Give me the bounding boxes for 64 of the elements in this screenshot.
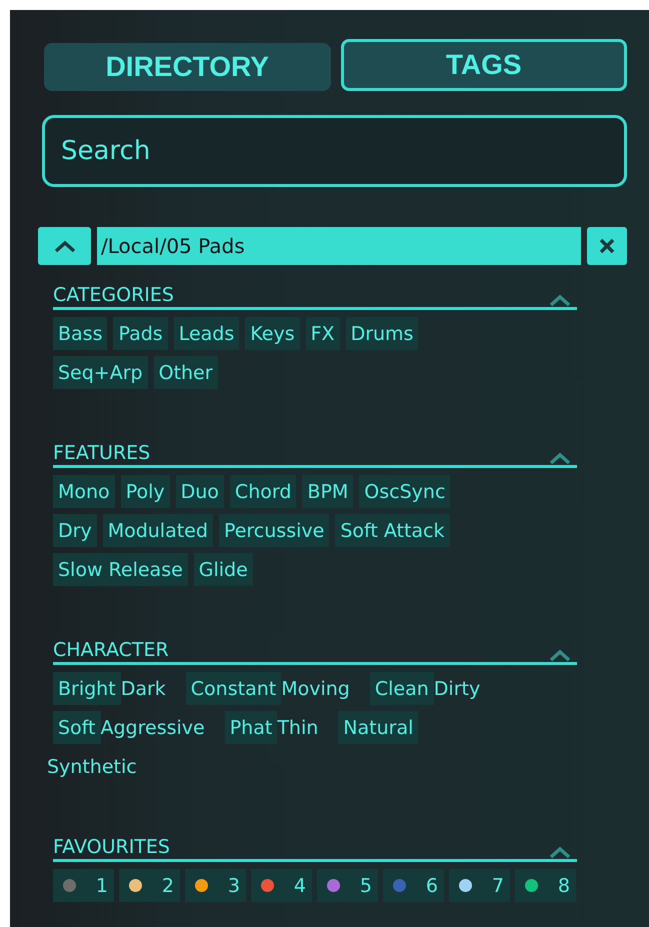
section-title: CHARACTER <box>53 638 169 662</box>
tag-chip[interactable]: BPM <box>302 475 354 508</box>
tag-chip[interactable]: Poly <box>120 475 170 508</box>
favourite-chip[interactable]: 8 <box>515 869 576 902</box>
tag-chip[interactable]: Slow Release <box>53 553 188 586</box>
tag-chip[interactable]: Duo <box>176 475 224 508</box>
favourite-chip[interactable]: 5 <box>317 869 378 902</box>
favourite-number: 5 <box>360 874 372 896</box>
tag-chip[interactable]: Clean <box>370 672 434 705</box>
tag-chip[interactable]: Chord <box>230 475 296 508</box>
close-icon <box>598 237 616 255</box>
favourite-number: 4 <box>294 874 306 896</box>
favourite-chip[interactable]: 2 <box>119 869 180 902</box>
tag-option[interactable]: Synthetic <box>47 750 151 783</box>
tag-chip[interactable]: Bass <box>53 317 108 350</box>
favourite-number: 3 <box>228 874 240 896</box>
tag-chip[interactable]: Glide <box>194 553 253 586</box>
section-title: FEATURES <box>53 441 150 465</box>
section-title: CATEGORIES <box>53 283 174 307</box>
favourite-number: 7 <box>492 874 504 896</box>
tag-chip[interactable]: Modulated <box>102 514 213 547</box>
tag-option[interactable]: Dirty <box>434 672 494 705</box>
tag-chip[interactable]: Bright <box>53 672 121 705</box>
up-button[interactable] <box>38 227 91 265</box>
tag-chip[interactable]: Soft Attack <box>335 514 450 547</box>
tab[interactable]: TAGS <box>340 39 627 91</box>
tag-chip[interactable]: Phat <box>224 711 278 744</box>
tag-chip[interactable]: Drums <box>346 317 418 350</box>
clear-button[interactable] <box>587 227 627 265</box>
tag-chip[interactable]: Mono <box>53 475 115 508</box>
tag-chip[interactable]: Keys <box>245 317 300 350</box>
favourite-number: 1 <box>96 874 108 896</box>
favourite-chip[interactable]: 6 <box>383 869 444 902</box>
tag-chip[interactable]: Constant <box>186 672 282 705</box>
favourite-chip[interactable]: 4 <box>251 869 312 902</box>
favourite-number: 8 <box>558 874 570 896</box>
tag-option[interactable]: Aggressive <box>100 711 219 744</box>
tag-option[interactable]: Dark <box>120 672 180 705</box>
tag-chip[interactable]: FX <box>306 317 340 350</box>
tag-chip[interactable]: Natural <box>338 711 418 744</box>
tag-option[interactable]: Thin <box>277 711 332 744</box>
chevron-up-icon <box>54 240 76 252</box>
path-field: /Local/05 Pads <box>97 227 581 265</box>
tag-option[interactable]: Moving <box>281 672 364 705</box>
tag-chip[interactable]: Percussive <box>218 514 330 547</box>
favourite-chip[interactable]: 1 <box>53 869 114 902</box>
tag-chip[interactable]: Seq+Arp <box>53 356 148 389</box>
chevron-up-icon <box>549 649 571 662</box>
tab[interactable]: DIRECTORY <box>44 43 330 91</box>
tag-chip[interactable]: OscSync <box>359 475 450 508</box>
tag-chip[interactable]: Soft <box>53 711 100 744</box>
chevron-up-icon <box>549 846 571 859</box>
tag-chip[interactable]: Other <box>154 356 218 389</box>
tag-chip[interactable]: Dry <box>53 514 97 547</box>
chevron-up-icon <box>549 452 571 465</box>
favourite-chip[interactable]: 3 <box>185 869 246 902</box>
tag-chip[interactable]: Pads <box>113 317 168 350</box>
favourite-number: 2 <box>162 874 174 896</box>
favourite-number: 6 <box>426 874 438 896</box>
search-field[interactable]: Search <box>42 115 627 187</box>
tag-chip[interactable]: Leads <box>174 317 240 350</box>
chevron-up-icon <box>549 294 571 307</box>
favourite-chip[interactable]: 7 <box>449 869 510 902</box>
section-title: FAVOURITES <box>53 835 170 859</box>
